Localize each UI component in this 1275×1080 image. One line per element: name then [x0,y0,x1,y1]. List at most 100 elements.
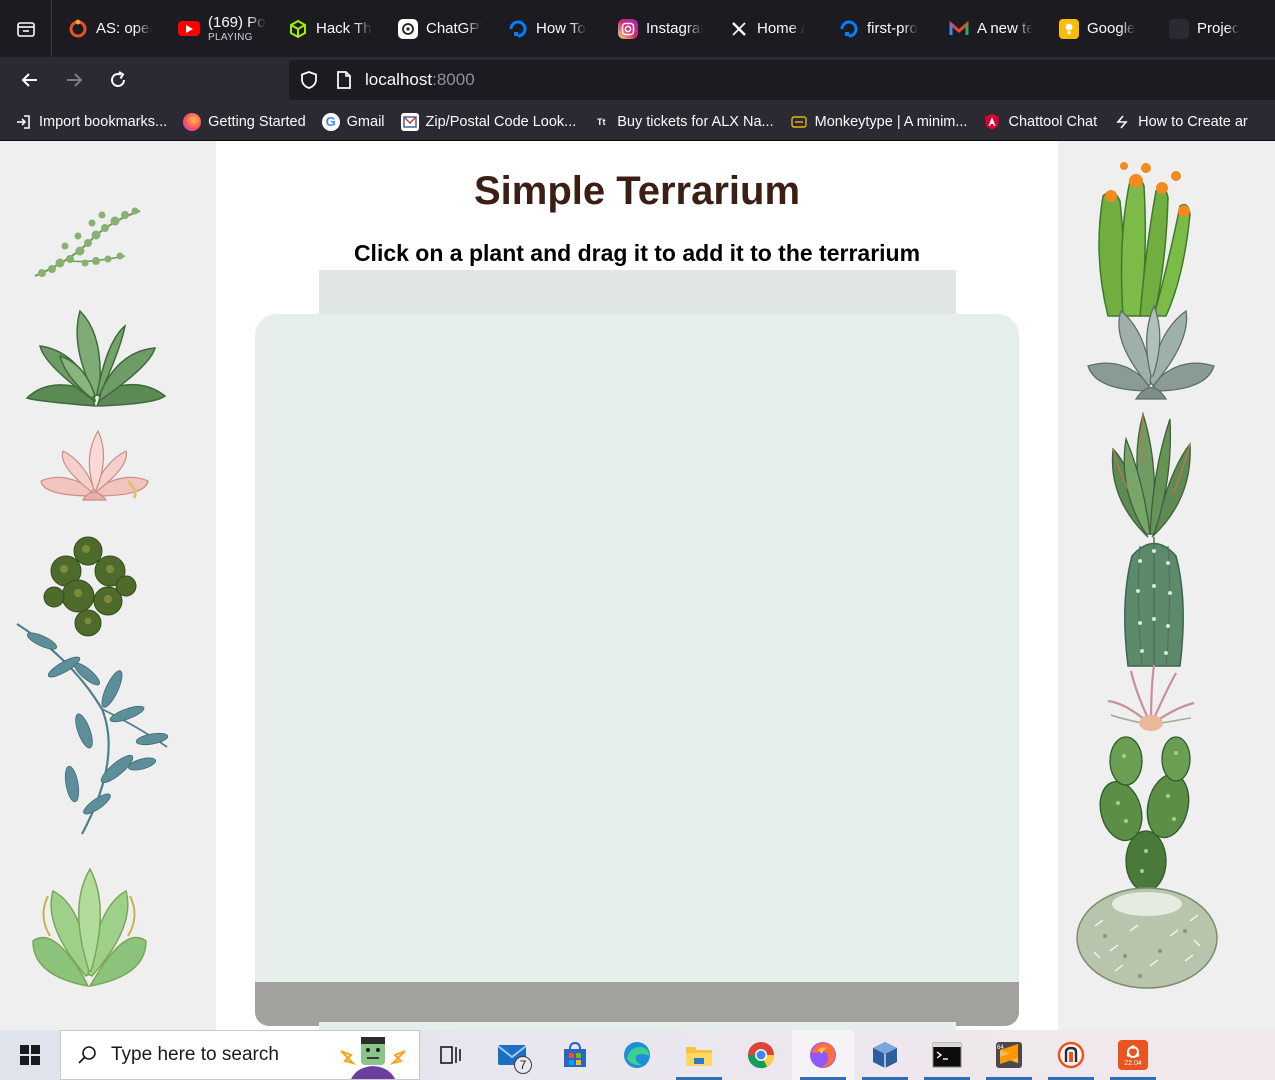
mail-icon [400,112,419,131]
ubuntu-icon [68,19,88,39]
digitalocean-icon [839,19,859,39]
angular-icon [983,113,1001,131]
jar-foot [319,1022,956,1030]
taskbar-virtualbox[interactable] [854,1030,916,1080]
back-arrow-icon [21,73,37,87]
plant5-image[interactable] [12,619,172,839]
ubuntu-22-icon: 22.04 [1118,1040,1148,1070]
task-view-button[interactable] [420,1030,482,1080]
bookmark-gmail[interactable]: G Gmail [321,112,385,131]
import-icon [14,113,32,131]
start-button[interactable] [0,1030,60,1080]
tab-list-icon [16,21,35,37]
plant9-image[interactable] [1086,296,1216,401]
bookmark-import[interactable]: Import bookmarks... [14,113,167,131]
bolt-icon [1113,113,1131,131]
page-instructions: Click on a plant and drag it to add it t… [353,240,921,266]
hackthebox-icon [288,19,308,39]
terminal-icon [932,1042,962,1068]
plant11-image[interactable] [1118,531,1190,671]
taskbar-file-explorer[interactable] [668,1030,730,1080]
taskbar-edge[interactable] [606,1030,668,1080]
ubuntu-pro-icon [1057,1041,1085,1069]
taskbar-chrome[interactable] [730,1030,792,1080]
back-button[interactable] [8,57,52,103]
taskbar-terminal[interactable] [916,1030,978,1080]
tab-google-keep[interactable]: Google [1043,0,1153,57]
terrarium-jar[interactable] [255,314,1019,1026]
firefox-icon [810,1042,836,1068]
bookmark-monkeytype[interactable]: Monkeytype | A minim... [790,113,967,131]
tab-project[interactable]: Project: [1153,0,1249,57]
tab-ubuntu[interactable]: AS: open [52,0,162,57]
forward-button[interactable] [52,57,96,103]
taskbar-store[interactable] [544,1030,606,1080]
navigation-bar: localhost:8000 [0,57,1275,103]
bookmark-how-to-create[interactable]: How to Create ar [1113,113,1248,131]
task-view-icon [440,1046,461,1064]
list-all-tabs-button[interactable] [0,0,52,57]
plant13-image[interactable] [1096,731,1196,891]
plant2-image[interactable] [25,306,167,418]
plant3-image[interactable] [38,426,150,506]
bookmark-getting-started[interactable]: Getting Started [183,112,306,131]
forward-arrow-icon [67,73,83,87]
tab-howto[interactable]: How To [492,0,602,57]
bookmark-zip-code[interactable]: Zip/Postal Code Look... [400,112,576,131]
plant12-image[interactable] [1106,663,1196,733]
address-bar[interactable]: localhost:8000 [289,60,1275,100]
firefox-icon [183,112,202,131]
chrome-icon [747,1042,774,1069]
reload-button[interactable] [96,57,140,103]
plant14-image[interactable] [1075,876,1220,991]
keyboard-icon [790,113,808,131]
project-icon [1169,18,1189,39]
reload-icon [111,71,125,87]
taskbar-mail[interactable]: 7 [482,1030,544,1080]
bookmarks-bar: Import bookmarks... Getting Started G Gm… [0,103,1275,141]
store-icon [564,1041,586,1067]
youtube-icon [178,21,200,36]
keep-icon [1059,18,1079,39]
search-placeholder: Type here to search [111,1044,279,1065]
jar-bottom [255,982,1019,1026]
bookmark-alx-tickets[interactable]: Tt Buy tickets for ALX Na... [592,113,774,131]
taskbar-ubuntu-2204[interactable]: 22.04 [1102,1030,1164,1080]
plant10-image[interactable] [1098,409,1203,539]
frankenstein-search-highlight-icon [340,1037,406,1079]
bookmark-chattool[interactable]: Chattool Chat [983,113,1097,131]
virtualbox-icon [873,1042,897,1068]
jar-top [319,270,956,316]
taskbar-ubuntu-pro[interactable] [1040,1030,1102,1080]
taskbar-firefox[interactable] [792,1030,854,1080]
tab-instagram[interactable]: Instagram [602,0,713,57]
url-text: localhost:8000 [365,70,475,90]
tab-x-home[interactable]: Home / [713,0,823,57]
plant1-image[interactable] [30,201,145,286]
page-title: Simple Terrarium [473,169,801,213]
page-icon [337,71,351,89]
tab-youtube[interactable]: (169) Po PLAYING [162,0,272,57]
tab-chatgpt[interactable]: ChatGPT [382,0,492,57]
tab-first-project[interactable]: first-pro [823,0,933,57]
x-icon [729,19,749,39]
gmail-icon [949,19,969,39]
tab-gmail[interactable]: A new te [933,0,1043,57]
ubuntu-version-label: 22.04 [1124,1059,1142,1067]
tab-hackthebox[interactable]: Hack The [272,0,382,57]
plant6-image[interactable] [28,866,150,991]
digitalocean-icon [508,19,528,39]
taskbar-sublime[interactable]: 64 [978,1030,1040,1080]
svg-text:64: 64 [997,1045,1004,1051]
url-port: :8000 [432,70,475,89]
taskbar-search-box[interactable]: Type here to search [60,1030,420,1080]
edge-icon [624,1042,650,1068]
web-page: Simple Terrarium Click on a plant and dr… [0,141,1275,1030]
file-explorer-icon [686,1047,712,1066]
url-host: localhost [365,70,433,89]
left-plant-column [0,141,216,1030]
shield-icon[interactable] [299,70,319,90]
right-plant-column [1058,141,1275,1030]
terrarium-section: Simple Terrarium Click on a plant and dr… [216,141,1058,1030]
windows-taskbar: Type here to search 7 64 22.04 [0,1030,1275,1080]
